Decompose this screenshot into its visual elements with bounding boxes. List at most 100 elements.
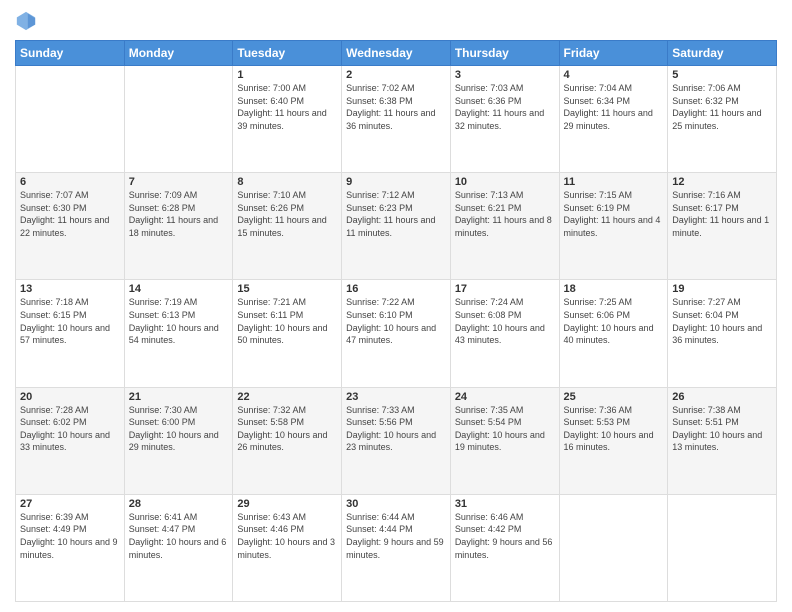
day-info: Sunrise: 7:13 AM Sunset: 6:21 PM Dayligh…	[455, 189, 555, 239]
day-number: 25	[564, 391, 664, 403]
day-number: 28	[129, 498, 229, 510]
day-number: 16	[346, 283, 446, 295]
day-number: 21	[129, 391, 229, 403]
calendar-cell	[668, 494, 777, 601]
day-info: Sunrise: 6:44 AM Sunset: 4:44 PM Dayligh…	[346, 511, 446, 561]
calendar-cell: 10Sunrise: 7:13 AM Sunset: 6:21 PM Dayli…	[450, 173, 559, 280]
calendar-header-thursday: Thursday	[450, 41, 559, 66]
calendar-cell: 7Sunrise: 7:09 AM Sunset: 6:28 PM Daylig…	[124, 173, 233, 280]
day-info: Sunrise: 7:16 AM Sunset: 6:17 PM Dayligh…	[672, 189, 772, 239]
calendar-cell: 22Sunrise: 7:32 AM Sunset: 5:58 PM Dayli…	[233, 387, 342, 494]
day-info: Sunrise: 7:09 AM Sunset: 6:28 PM Dayligh…	[129, 189, 229, 239]
day-info: Sunrise: 7:04 AM Sunset: 6:34 PM Dayligh…	[564, 82, 664, 132]
day-info: Sunrise: 7:25 AM Sunset: 6:06 PM Dayligh…	[564, 296, 664, 346]
day-info: Sunrise: 7:33 AM Sunset: 5:56 PM Dayligh…	[346, 404, 446, 454]
calendar-cell: 20Sunrise: 7:28 AM Sunset: 6:02 PM Dayli…	[16, 387, 125, 494]
day-number: 6	[20, 176, 120, 188]
calendar-cell	[559, 494, 668, 601]
day-number: 10	[455, 176, 555, 188]
calendar-cell: 16Sunrise: 7:22 AM Sunset: 6:10 PM Dayli…	[342, 280, 451, 387]
day-number: 3	[455, 69, 555, 81]
calendar-header-tuesday: Tuesday	[233, 41, 342, 66]
calendar-cell: 5Sunrise: 7:06 AM Sunset: 6:32 PM Daylig…	[668, 66, 777, 173]
calendar-cell: 15Sunrise: 7:21 AM Sunset: 6:11 PM Dayli…	[233, 280, 342, 387]
day-number: 2	[346, 69, 446, 81]
calendar-cell: 6Sunrise: 7:07 AM Sunset: 6:30 PM Daylig…	[16, 173, 125, 280]
day-number: 18	[564, 283, 664, 295]
calendar-cell	[124, 66, 233, 173]
calendar-cell: 24Sunrise: 7:35 AM Sunset: 5:54 PM Dayli…	[450, 387, 559, 494]
calendar-cell: 4Sunrise: 7:04 AM Sunset: 6:34 PM Daylig…	[559, 66, 668, 173]
calendar-cell: 23Sunrise: 7:33 AM Sunset: 5:56 PM Dayli…	[342, 387, 451, 494]
day-number: 11	[564, 176, 664, 188]
calendar-cell: 29Sunrise: 6:43 AM Sunset: 4:46 PM Dayli…	[233, 494, 342, 601]
day-info: Sunrise: 7:06 AM Sunset: 6:32 PM Dayligh…	[672, 82, 772, 132]
day-number: 8	[237, 176, 337, 188]
day-info: Sunrise: 7:28 AM Sunset: 6:02 PM Dayligh…	[20, 404, 120, 454]
day-info: Sunrise: 7:02 AM Sunset: 6:38 PM Dayligh…	[346, 82, 446, 132]
calendar-week-3: 13Sunrise: 7:18 AM Sunset: 6:15 PM Dayli…	[16, 280, 777, 387]
calendar-week-4: 20Sunrise: 7:28 AM Sunset: 6:02 PM Dayli…	[16, 387, 777, 494]
day-info: Sunrise: 7:32 AM Sunset: 5:58 PM Dayligh…	[237, 404, 337, 454]
calendar-cell: 14Sunrise: 7:19 AM Sunset: 6:13 PM Dayli…	[124, 280, 233, 387]
calendar-header-saturday: Saturday	[668, 41, 777, 66]
day-info: Sunrise: 6:43 AM Sunset: 4:46 PM Dayligh…	[237, 511, 337, 561]
day-info: Sunrise: 7:21 AM Sunset: 6:11 PM Dayligh…	[237, 296, 337, 346]
day-info: Sunrise: 7:03 AM Sunset: 6:36 PM Dayligh…	[455, 82, 555, 132]
day-number: 7	[129, 176, 229, 188]
day-number: 9	[346, 176, 446, 188]
calendar-cell: 17Sunrise: 7:24 AM Sunset: 6:08 PM Dayli…	[450, 280, 559, 387]
logo-icon	[15, 10, 37, 32]
calendar-cell: 3Sunrise: 7:03 AM Sunset: 6:36 PM Daylig…	[450, 66, 559, 173]
calendar-cell: 26Sunrise: 7:38 AM Sunset: 5:51 PM Dayli…	[668, 387, 777, 494]
calendar-cell: 19Sunrise: 7:27 AM Sunset: 6:04 PM Dayli…	[668, 280, 777, 387]
day-number: 26	[672, 391, 772, 403]
calendar-cell: 12Sunrise: 7:16 AM Sunset: 6:17 PM Dayli…	[668, 173, 777, 280]
calendar-week-5: 27Sunrise: 6:39 AM Sunset: 4:49 PM Dayli…	[16, 494, 777, 601]
day-info: Sunrise: 6:46 AM Sunset: 4:42 PM Dayligh…	[455, 511, 555, 561]
calendar-cell: 28Sunrise: 6:41 AM Sunset: 4:47 PM Dayli…	[124, 494, 233, 601]
calendar-header-friday: Friday	[559, 41, 668, 66]
calendar-cell: 8Sunrise: 7:10 AM Sunset: 6:26 PM Daylig…	[233, 173, 342, 280]
day-number: 4	[564, 69, 664, 81]
day-info: Sunrise: 7:19 AM Sunset: 6:13 PM Dayligh…	[129, 296, 229, 346]
day-info: Sunrise: 7:27 AM Sunset: 6:04 PM Dayligh…	[672, 296, 772, 346]
day-number: 31	[455, 498, 555, 510]
day-number: 12	[672, 176, 772, 188]
day-number: 19	[672, 283, 772, 295]
calendar-cell: 31Sunrise: 6:46 AM Sunset: 4:42 PM Dayli…	[450, 494, 559, 601]
day-info: Sunrise: 7:30 AM Sunset: 6:00 PM Dayligh…	[129, 404, 229, 454]
day-info: Sunrise: 7:24 AM Sunset: 6:08 PM Dayligh…	[455, 296, 555, 346]
day-number: 17	[455, 283, 555, 295]
calendar-header-monday: Monday	[124, 41, 233, 66]
day-info: Sunrise: 6:39 AM Sunset: 4:49 PM Dayligh…	[20, 511, 120, 561]
day-info: Sunrise: 7:36 AM Sunset: 5:53 PM Dayligh…	[564, 404, 664, 454]
calendar-cell: 9Sunrise: 7:12 AM Sunset: 6:23 PM Daylig…	[342, 173, 451, 280]
day-info: Sunrise: 7:00 AM Sunset: 6:40 PM Dayligh…	[237, 82, 337, 132]
day-info: Sunrise: 7:35 AM Sunset: 5:54 PM Dayligh…	[455, 404, 555, 454]
day-number: 24	[455, 391, 555, 403]
calendar-cell: 13Sunrise: 7:18 AM Sunset: 6:15 PM Dayli…	[16, 280, 125, 387]
day-number: 5	[672, 69, 772, 81]
day-info: Sunrise: 7:12 AM Sunset: 6:23 PM Dayligh…	[346, 189, 446, 239]
day-info: Sunrise: 7:22 AM Sunset: 6:10 PM Dayligh…	[346, 296, 446, 346]
day-number: 14	[129, 283, 229, 295]
calendar-header-wednesday: Wednesday	[342, 41, 451, 66]
calendar-header-sunday: Sunday	[16, 41, 125, 66]
day-info: Sunrise: 7:18 AM Sunset: 6:15 PM Dayligh…	[20, 296, 120, 346]
day-number: 29	[237, 498, 337, 510]
calendar-cell: 27Sunrise: 6:39 AM Sunset: 4:49 PM Dayli…	[16, 494, 125, 601]
calendar-header-row: SundayMondayTuesdayWednesdayThursdayFrid…	[16, 41, 777, 66]
calendar-week-1: 1Sunrise: 7:00 AM Sunset: 6:40 PM Daylig…	[16, 66, 777, 173]
calendar-cell: 21Sunrise: 7:30 AM Sunset: 6:00 PM Dayli…	[124, 387, 233, 494]
day-number: 23	[346, 391, 446, 403]
calendar-cell: 2Sunrise: 7:02 AM Sunset: 6:38 PM Daylig…	[342, 66, 451, 173]
logo	[15, 10, 39, 32]
calendar-cell: 1Sunrise: 7:00 AM Sunset: 6:40 PM Daylig…	[233, 66, 342, 173]
calendar-cell: 30Sunrise: 6:44 AM Sunset: 4:44 PM Dayli…	[342, 494, 451, 601]
calendar-week-2: 6Sunrise: 7:07 AM Sunset: 6:30 PM Daylig…	[16, 173, 777, 280]
day-info: Sunrise: 6:41 AM Sunset: 4:47 PM Dayligh…	[129, 511, 229, 561]
day-info: Sunrise: 7:15 AM Sunset: 6:19 PM Dayligh…	[564, 189, 664, 239]
day-number: 15	[237, 283, 337, 295]
calendar-cell: 18Sunrise: 7:25 AM Sunset: 6:06 PM Dayli…	[559, 280, 668, 387]
